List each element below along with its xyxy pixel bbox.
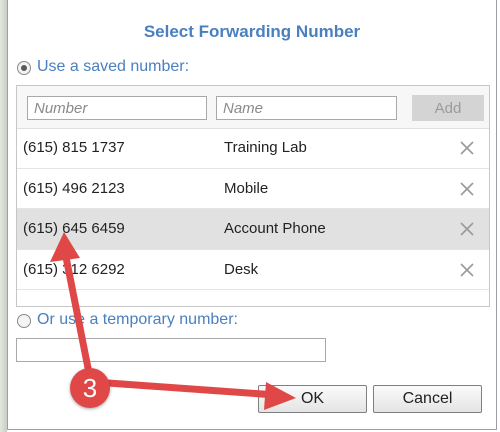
saved-numbers-panel: Add (615) 815 1737 Training Lab (615) 49… <box>16 85 490 307</box>
step-number-badge: 3 <box>70 368 110 408</box>
number-input[interactable] <box>27 96 207 120</box>
delete-icon[interactable] <box>458 261 476 279</box>
list-item[interactable]: (615) 312 6292 Desk <box>17 250 489 290</box>
saved-number-radio[interactable] <box>17 61 31 75</box>
saved-number-label[interactable]: Use a saved number: <box>37 58 189 76</box>
list-item[interactable]: (615) 815 1737 Training Lab <box>17 128 489 169</box>
phone-number: (615) 496 2123 <box>23 179 125 197</box>
list-item[interactable]: (615) 496 2123 Mobile <box>17 169 489 209</box>
temporary-number-label[interactable]: Or use a temporary number: <box>37 311 238 329</box>
saved-numbers-list: (615) 815 1737 Training Lab (615) 496 21… <box>17 128 489 290</box>
contact-name: Mobile <box>224 179 269 197</box>
delete-icon[interactable] <box>458 220 476 238</box>
contact-name: Account Phone <box>224 220 326 237</box>
phone-number: (615) 645 6459 <box>23 220 125 237</box>
temporary-number-radio[interactable] <box>17 314 31 328</box>
forwarding-number-dialog: Select Forwarding Number Use a saved num… <box>7 0 497 430</box>
contact-name: Training Lab <box>224 139 307 156</box>
phone-number: (615) 815 1737 <box>23 139 125 156</box>
ok-button[interactable]: OK <box>258 385 367 413</box>
phone-number: (615) 312 6292 <box>23 260 125 278</box>
cancel-button[interactable]: Cancel <box>373 385 482 413</box>
add-button[interactable]: Add <box>412 95 484 121</box>
background-window-edge <box>0 0 7 432</box>
add-number-bar: Add <box>17 86 489 129</box>
delete-icon[interactable] <box>458 180 476 198</box>
temporary-number-input[interactable] <box>16 338 326 362</box>
delete-icon[interactable] <box>458 139 476 157</box>
list-item-selected[interactable]: (615) 645 6459 Account Phone <box>17 209 489 250</box>
contact-name: Desk <box>224 260 259 278</box>
name-input[interactable] <box>216 96 397 120</box>
dialog-title: Select Forwarding Number <box>143 22 361 41</box>
